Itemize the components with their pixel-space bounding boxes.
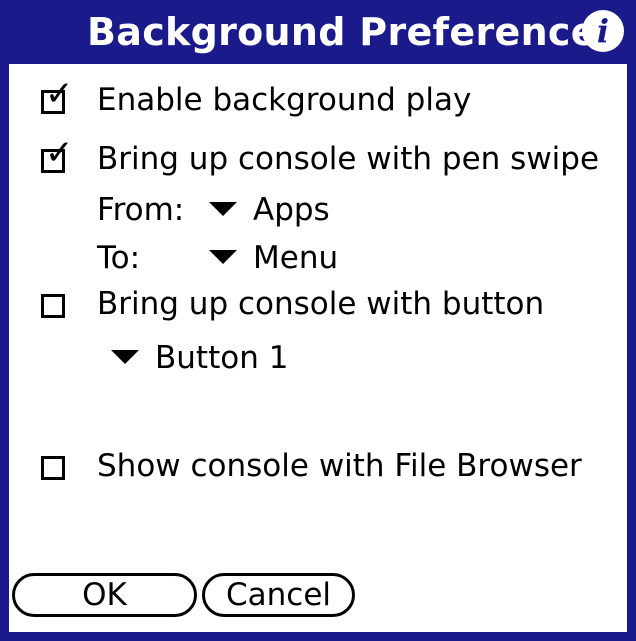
from-dropdown[interactable]: Apps <box>209 190 330 230</box>
checkmark-icon: ✓ <box>45 74 74 114</box>
ok-button[interactable]: OK <box>12 573 197 617</box>
dropdown-triangle-icon <box>209 249 237 264</box>
dialog-title: Background Preferences <box>87 10 620 54</box>
checkmark-icon: ✓ <box>45 133 74 173</box>
to-dropdown[interactable]: Menu <box>209 238 338 278</box>
from-row: From: <box>97 190 184 230</box>
from-value: Apps <box>253 192 330 228</box>
preferences-dialog: Background Preferences i ✓ Enable backgr… <box>0 0 636 641</box>
file-browser-checkbox[interactable] <box>41 456 65 480</box>
enable-background-play-checkbox[interactable]: ✓ <box>41 77 74 114</box>
to-label: To: <box>97 240 141 276</box>
to-row: To: <box>97 238 140 278</box>
title-bar: Background Preferences i <box>9 0 627 64</box>
file-browser-label: Show console with File Browser <box>97 448 582 484</box>
cancel-button[interactable]: Cancel <box>202 573 355 617</box>
button-select-dropdown[interactable]: Button 1 <box>111 338 288 378</box>
to-value: Menu <box>253 240 339 276</box>
from-label: From: <box>97 192 185 228</box>
dropdown-triangle-icon <box>209 201 237 216</box>
dropdown-triangle-icon <box>111 349 139 364</box>
enable-background-play-label: Enable background play <box>97 82 472 118</box>
button-console-label: Bring up console with button <box>97 286 545 322</box>
button-console-checkbox[interactable] <box>41 294 65 318</box>
pen-swipe-checkbox[interactable]: ✓ <box>41 136 74 173</box>
button-select-value: Button 1 <box>155 340 289 376</box>
info-icon[interactable]: i <box>582 10 624 52</box>
pen-swipe-label: Bring up console with pen swipe <box>97 141 600 177</box>
